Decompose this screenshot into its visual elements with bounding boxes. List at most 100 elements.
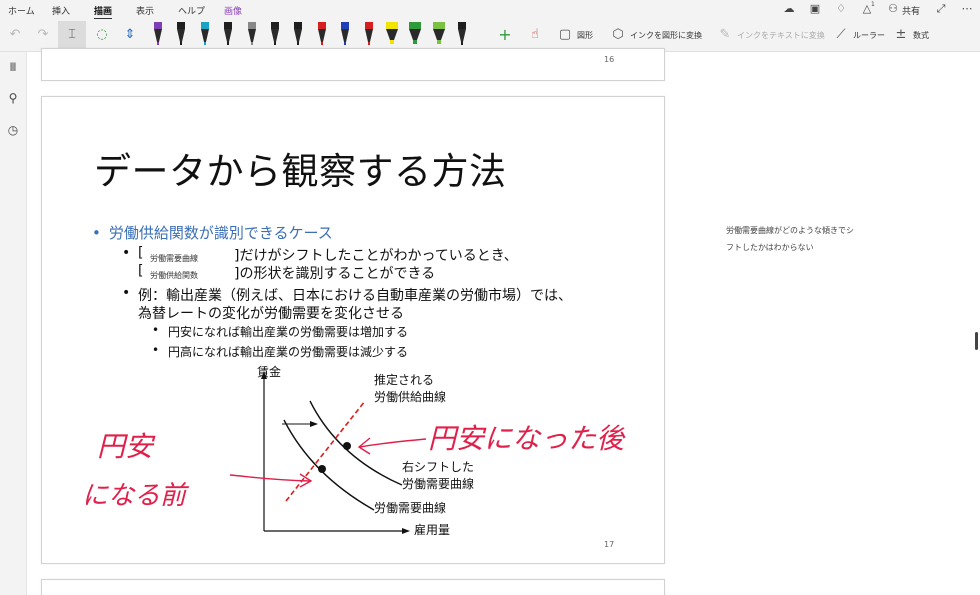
pen-band [341, 22, 350, 29]
type-select-icon[interactable]: ⌶ [63, 26, 81, 44]
pen-icon [271, 22, 279, 45]
tab-help[interactable]: ヘルプ [178, 4, 205, 17]
pen-icon [364, 22, 373, 45]
person-icon[interactable]: ⚇ [886, 2, 900, 16]
slide-18 [41, 579, 665, 595]
pen-tip [294, 29, 303, 42]
add-space-icon[interactable]: ⇕ [121, 26, 139, 44]
pen-band [432, 22, 445, 29]
pen-tool[interactable] [198, 22, 212, 48]
pen-tip [317, 29, 326, 42]
pen-icon [177, 22, 186, 45]
tab-insert[interactable]: 挿入 [52, 4, 70, 17]
pen-tool[interactable] [174, 22, 188, 48]
pen-nib [157, 42, 159, 45]
notification-count: 1 [871, 1, 875, 8]
pen-tool[interactable] [455, 22, 469, 48]
expand-icon[interactable]: ⤢ [934, 2, 948, 16]
ribbon-tabs: ホーム 挿入 描画 表示 ヘルプ 画像 ☁ ▣ ♢ △ 1 ⚇ 共有 ⤢ ⋯ [0, 0, 980, 20]
page-canvas[interactable]: 16 データから観察する方法 • 労働供給関数が識別できるケース • [ 労働需要… [28, 48, 980, 595]
pen-tip [271, 29, 279, 42]
lightbulb-icon[interactable]: ♢ [834, 2, 848, 16]
onenote-window: ホーム 挿入 描画 表示 ヘルプ 画像 ☁ ▣ ♢ △ 1 ⚇ 共有 ⤢ ⋯ ↶… [0, 0, 980, 595]
pen-tool[interactable] [151, 22, 165, 48]
pen-tool[interactable] [291, 22, 305, 48]
math-button[interactable]: 数式 [913, 30, 929, 41]
pen-band [317, 22, 326, 29]
pen-band [247, 22, 256, 29]
pen-tool[interactable] [268, 22, 282, 48]
pen-tool[interactable] [362, 22, 376, 48]
handwriting-before-line1: 円安 [97, 430, 154, 463]
pen-tool[interactable] [338, 22, 352, 48]
pen-tip [386, 29, 398, 40]
pen-nib [203, 42, 206, 45]
ink-arrow-left [229, 474, 311, 482]
pen-icon [154, 22, 162, 45]
pen-tip [409, 29, 422, 40]
pen-tip [341, 29, 350, 42]
pen-tool[interactable] [245, 22, 259, 48]
ruler-button[interactable]: ルーラー [853, 30, 885, 41]
pen-nib [250, 42, 253, 45]
pen-tip [224, 29, 233, 42]
ink-to-text-button[interactable]: インクをテキストに変換 [737, 30, 825, 41]
ink-to-text-icon[interactable]: ✎ [716, 26, 734, 44]
pen-tip [247, 29, 256, 42]
handwriting-before-line2: になる前 [82, 481, 187, 511]
recent-icon[interactable]: ◷ [5, 122, 21, 138]
tab-home[interactable]: ホーム [8, 4, 35, 17]
shapes-icon[interactable]: ▢ [556, 26, 574, 44]
notebooks-icon[interactable]: 𝍫 [5, 59, 21, 75]
pen-tool[interactable] [408, 22, 422, 48]
add-pen-icon[interactable]: + [496, 26, 514, 44]
pen-nib [461, 42, 464, 45]
page-note[interactable]: 労働需要曲線がどのような傾きでシフトしたかはわからない [726, 222, 858, 256]
pen-nib [320, 42, 323, 45]
search-icon[interactable]: ⚲ [5, 90, 21, 106]
notebook-icon[interactable]: ▣ [808, 2, 822, 16]
pen-icon [409, 22, 422, 44]
share-button[interactable]: 共有 [902, 4, 920, 17]
pen-tool[interactable] [315, 22, 329, 48]
pen-band [364, 22, 373, 29]
pen-nib [367, 42, 370, 45]
math-icon[interactable]: ± [892, 26, 910, 44]
undo-icon[interactable]: ↶ [6, 26, 24, 44]
pen-tip [177, 29, 186, 42]
redo-icon[interactable]: ↷ [34, 26, 52, 44]
pen-icon [432, 22, 445, 44]
pen-band [177, 22, 186, 29]
ink-replay-icon[interactable]: ☝ [526, 26, 544, 44]
cloud-sync-icon[interactable]: ☁ [782, 2, 796, 16]
pen-tip [432, 29, 445, 40]
pen-nib [180, 42, 183, 45]
pen-band [386, 22, 398, 29]
pen-icon [224, 22, 233, 45]
more-options-icon[interactable]: ⋯ [960, 2, 974, 16]
pen-band [154, 22, 162, 29]
ink-to-shape-button[interactable]: インクを図形に変換 [630, 30, 702, 41]
pen-tool[interactable] [432, 22, 446, 48]
pen-icon [386, 22, 398, 44]
lasso-select-icon[interactable]: ◌ [93, 26, 111, 44]
left-nav-rail: 𝍫 ⚲ ◷ [0, 52, 27, 595]
pen-nib [297, 42, 300, 45]
pen-icon [200, 22, 209, 45]
ink-to-shape-icon[interactable]: ⬡ [609, 26, 627, 44]
pen-tool[interactable] [385, 22, 399, 48]
pen-nib [390, 40, 394, 44]
pen-tip [364, 29, 373, 42]
scrollbar-thumb[interactable] [975, 332, 978, 350]
tab-draw[interactable]: 描画 [94, 4, 113, 20]
pen-band [294, 22, 303, 29]
shapes-button[interactable]: 図形 [577, 30, 593, 41]
pen-icon [294, 22, 303, 45]
pen-tip [154, 29, 162, 42]
ruler-icon[interactable]: ⟋ [832, 26, 850, 44]
pen-nib [413, 40, 418, 44]
tab-view[interactable]: 表示 [136, 4, 154, 17]
tab-picture[interactable]: 画像 [224, 4, 242, 17]
pen-tool[interactable] [221, 22, 235, 48]
slide-number: 17 [604, 540, 615, 549]
